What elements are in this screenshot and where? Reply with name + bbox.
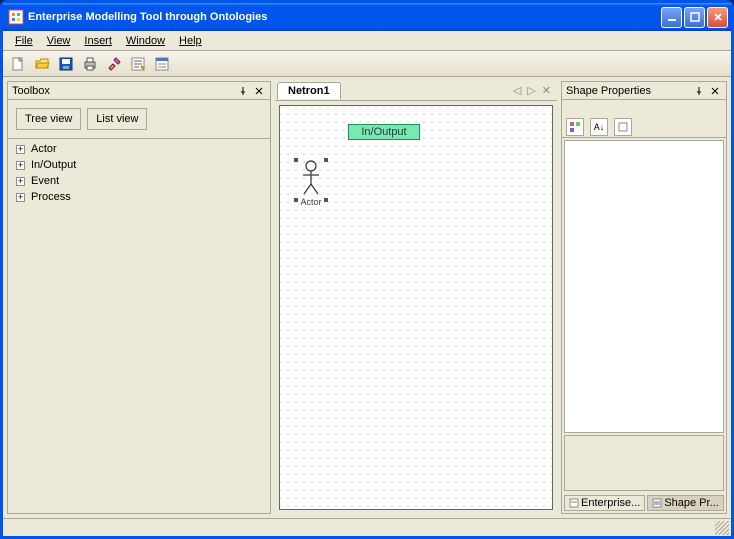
titlebar[interactable]: Enterprise Modelling Tool through Ontolo… — [3, 3, 731, 31]
menu-view[interactable]: View — [41, 33, 77, 49]
bottom-tabs: Enterprise... Shape Pr... — [562, 493, 726, 513]
shape-io-label: In/Output — [361, 126, 406, 138]
open-icon[interactable] — [33, 55, 51, 73]
property-selector[interactable] — [562, 100, 726, 116]
tree-label: In/Output — [31, 159, 76, 171]
toolbox-tree: + Actor + In/Output + Event + Process — [8, 138, 270, 207]
tab-enterprise[interactable]: Enterprise... — [564, 495, 645, 511]
new-icon[interactable] — [9, 55, 27, 73]
pin-icon[interactable] — [692, 84, 706, 98]
tree-label: Event — [31, 175, 59, 187]
toolbox-title: Toolbox — [12, 85, 234, 97]
properties-panel: Shape Properties A↓ Enterprise... Shap — [561, 81, 727, 514]
view-mode-buttons: Tree view List view — [8, 100, 270, 138]
tab-nav: ◁ ▷ ✕ — [513, 84, 557, 97]
content-area: Toolbox Tree view List view + Actor + In/O… — [3, 77, 731, 518]
print-icon[interactable] — [81, 55, 99, 73]
maximize-button[interactable] — [684, 7, 705, 28]
properties-header: Shape Properties — [562, 82, 726, 100]
toolbox-panel: Toolbox Tree view List view + Actor + In/O… — [7, 81, 271, 514]
expand-icon[interactable]: + — [16, 193, 25, 202]
selection-handle[interactable] — [324, 198, 328, 202]
shape-actor[interactable]: Actor — [296, 160, 326, 210]
app-icon — [8, 9, 24, 25]
actor-icon — [300, 160, 322, 196]
tab-prev-icon[interactable]: ◁ — [513, 84, 521, 97]
tab-shape-label: Shape Pr... — [664, 497, 718, 509]
resize-grip[interactable] — [715, 521, 729, 535]
toolbar — [3, 51, 731, 77]
enterprise-tab-icon — [569, 498, 579, 508]
tab-netron1[interactable]: Netron1 — [277, 82, 341, 99]
save-icon[interactable] — [57, 55, 75, 73]
tree-item-inoutput[interactable]: + In/Output — [16, 157, 262, 173]
expand-icon[interactable]: + — [16, 177, 25, 186]
close-panel-icon[interactable] — [708, 84, 722, 98]
selection-handle[interactable] — [294, 198, 298, 202]
toolbox-header: Toolbox — [8, 82, 270, 100]
document-tabstrip: Netron1 ◁ ▷ ✕ — [275, 81, 557, 101]
properties-icon[interactable] — [129, 55, 147, 73]
selection-handle[interactable] — [324, 158, 328, 162]
expand-icon[interactable]: + — [16, 145, 25, 154]
close-panel-icon[interactable] — [252, 84, 266, 98]
alphabetical-icon[interactable]: A↓ — [590, 118, 608, 136]
shape-inoutput[interactable]: In/Output — [348, 124, 420, 140]
tree-label: Process — [31, 191, 71, 203]
window-title: Enterprise Modelling Tool through Ontolo… — [28, 11, 661, 23]
menu-window[interactable]: Window — [120, 33, 171, 49]
properties-title: Shape Properties — [566, 85, 690, 97]
menubar: File View Insert Window Help — [3, 31, 731, 51]
app-window: Enterprise Modelling Tool through Ontolo… — [0, 0, 734, 539]
menu-help[interactable]: Help — [173, 33, 208, 49]
window-buttons — [661, 7, 728, 28]
menu-insert[interactable]: Insert — [78, 33, 118, 49]
expand-icon[interactable]: + — [16, 161, 25, 170]
categorized-icon[interactable] — [566, 118, 584, 136]
property-toolbar: A↓ — [562, 116, 726, 138]
shape-tab-icon — [652, 498, 662, 508]
minimize-button[interactable] — [661, 7, 682, 28]
property-description — [564, 435, 724, 491]
tools-icon[interactable] — [105, 55, 123, 73]
design-canvas[interactable]: In/Output Actor — [279, 105, 553, 510]
canvas-wrap: In/Output Actor — [275, 101, 557, 514]
statusbar — [3, 518, 731, 536]
selection-handle[interactable] — [294, 158, 298, 162]
tree-item-actor[interactable]: + Actor — [16, 141, 262, 157]
tab-next-icon[interactable]: ▷ — [527, 84, 535, 97]
tree-item-process[interactable]: + Process — [16, 189, 262, 205]
tab-close-icon[interactable]: ✕ — [542, 84, 551, 97]
tab-shape-properties[interactable]: Shape Pr... — [647, 495, 723, 511]
pin-icon[interactable] — [236, 84, 250, 98]
list-view-button[interactable]: List view — [87, 108, 147, 130]
tree-item-event[interactable]: + Event — [16, 173, 262, 189]
property-grid[interactable] — [564, 140, 724, 433]
property-pages-icon[interactable] — [614, 118, 632, 136]
tree-view-button[interactable]: Tree view — [16, 108, 81, 130]
close-button[interactable] — [707, 7, 728, 28]
tree-label: Actor — [31, 143, 57, 155]
form-icon[interactable] — [153, 55, 171, 73]
shape-actor-label: Actor — [300, 197, 321, 207]
menu-file[interactable]: File — [9, 33, 39, 49]
canvas-panel: Netron1 ◁ ▷ ✕ In/Output — [275, 81, 557, 514]
tab-enterprise-label: Enterprise... — [581, 497, 640, 509]
